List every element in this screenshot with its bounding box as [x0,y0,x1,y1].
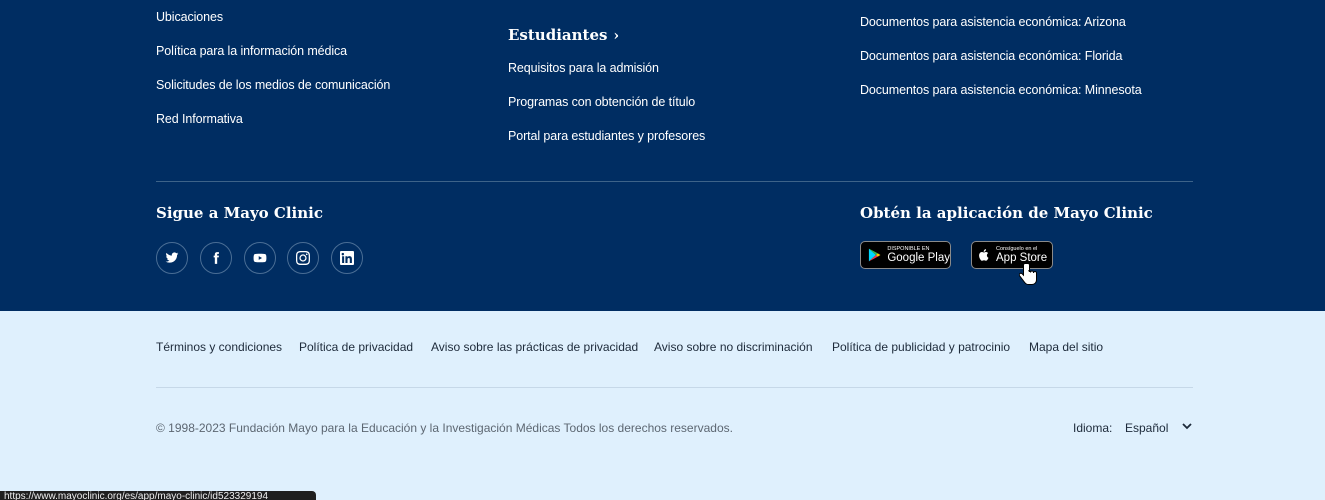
language-label: Idioma: [1073,421,1113,435]
footer-link-portal-estudiantes[interactable]: Portal para estudiantes y profesores [508,129,705,143]
footer-link-red-informativa[interactable]: Red Informativa [156,112,243,126]
estudiantes-heading[interactable]: Estudiantes › [508,26,619,44]
facebook-button[interactable] [200,242,232,274]
footer-link-ubicaciones[interactable]: Ubicaciones [156,10,223,24]
apple-icon [979,249,989,261]
footer-top: Ubicaciones Política para la información… [0,0,1325,311]
linkedin-button[interactable] [331,242,363,274]
app-store-badge[interactable]: Consíguelo en el App Store [971,241,1053,269]
legal-link-terminos[interactable]: Términos y condiciones [156,340,282,354]
language-select[interactable]: Español [1125,421,1168,435]
google-play-icon [868,248,881,262]
legal-divider [156,387,1193,388]
app-heading: Obtén la aplicación de Mayo Clinic [860,204,1153,222]
footer-link-programas-titulo[interactable]: Programas con obtención de título [508,95,695,109]
social-heading: Sigue a Mayo Clinic [156,204,323,222]
footer-link-asistencia-arizona[interactable]: Documentos para asistencia económica: Ar… [860,15,1126,29]
linkedin-icon [340,251,354,265]
youtube-button[interactable] [244,242,276,274]
twitter-button[interactable] [156,242,188,274]
twitter-icon [165,252,179,263]
facebook-icon [213,252,219,264]
footer-link-requisitos-admision[interactable]: Requisitos para la admisión [508,61,659,75]
footer-divider [156,181,1193,182]
status-bar-url: https://www.mayoclinic.org/es/app/mayo-c… [0,491,316,500]
footer-link-politica-informacion-medica[interactable]: Política para la información médica [156,44,347,58]
legal-link-publicidad[interactable]: Política de publicidad y patrocinio [832,340,1010,354]
copyright-text: © 1998-2023 Fundación Mayo para la Educa… [156,421,733,435]
instagram-button[interactable] [287,242,319,274]
estudiantes-heading-label: Estudiantes [508,26,608,44]
legal-link-privacidad[interactable]: Política de privacidad [299,340,413,354]
chevron-right-icon: › [613,28,620,44]
footer-link-solicitudes-medios[interactable]: Solicitudes de los medios de comunicació… [156,78,390,92]
google-play-big-text: Google Play [887,252,950,264]
hand-cursor-icon [1019,263,1037,285]
legal-link-no-discriminacion[interactable]: Aviso sobre no discriminación [654,340,813,354]
legal-link-practicas-privacidad[interactable]: Aviso sobre las prácticas de privacidad [431,340,638,354]
footer-link-asistencia-florida[interactable]: Documentos para asistencia económica: Fl… [860,49,1122,63]
chevron-down-icon[interactable] [1181,420,1193,432]
google-play-badge[interactable]: DISPONIBLE EN Google Play [860,241,951,269]
youtube-icon [253,253,267,263]
legal-link-mapa-sitio[interactable]: Mapa del sitio [1029,340,1103,354]
footer-link-asistencia-minnesota[interactable]: Documentos para asistencia económica: Mi… [860,83,1142,97]
instagram-icon [296,251,310,265]
